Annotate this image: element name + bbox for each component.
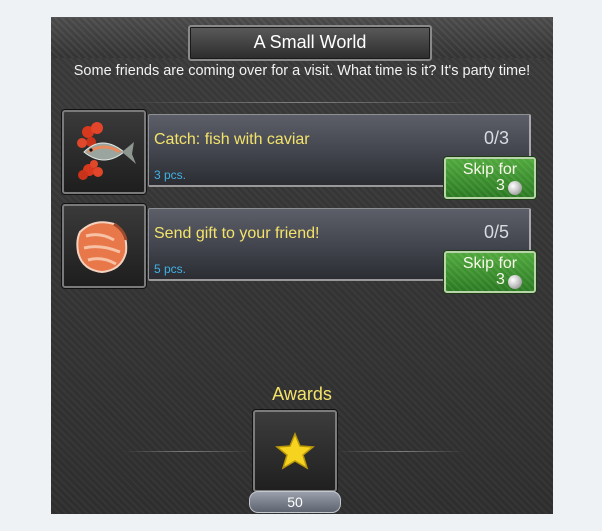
award-amount: 50 [249,491,341,513]
task-row: Catch: fish with caviar 0/3 3 pcs. Skip … [62,110,537,199]
fish-with-caviar-icon [62,110,146,194]
panel-header: A Small World [51,18,553,61]
pearl-icon [508,181,522,195]
awards-label: Awards [272,384,332,404]
skip-button-label: Skip for [462,255,518,272]
divider [121,102,481,103]
salmon-fillet-icon [62,204,146,288]
skip-button[interactable]: Skip for 3 [444,251,536,293]
skip-button[interactable]: Skip for 3 [444,157,536,199]
quest-title: A Small World [188,25,432,61]
star-icon [275,432,315,470]
task-quantity: 3 pcs. [154,168,187,182]
skip-cost: 3 [496,177,505,194]
task-progress: 0/5 [483,222,509,242]
awards-divider-right [337,451,465,452]
award-slot [253,410,337,492]
skip-button-label: Skip for [462,161,518,178]
task-quantity: 5 pcs. [154,262,187,276]
pearl-icon [508,275,522,289]
awards-divider-left [123,451,251,452]
task-progress: 0/3 [483,128,509,148]
skip-cost: 3 [496,271,505,288]
task-title: Catch: fish with caviar [154,131,310,148]
quest-description: Some friends are coming over for a visit… [73,63,531,79]
task-row: Send gift to your friend! 0/5 5 pcs. Ski… [62,204,537,293]
quest-panel: A Small World Some friends are coming ov… [51,17,553,514]
task-title: Send gift to your friend! [154,225,320,242]
